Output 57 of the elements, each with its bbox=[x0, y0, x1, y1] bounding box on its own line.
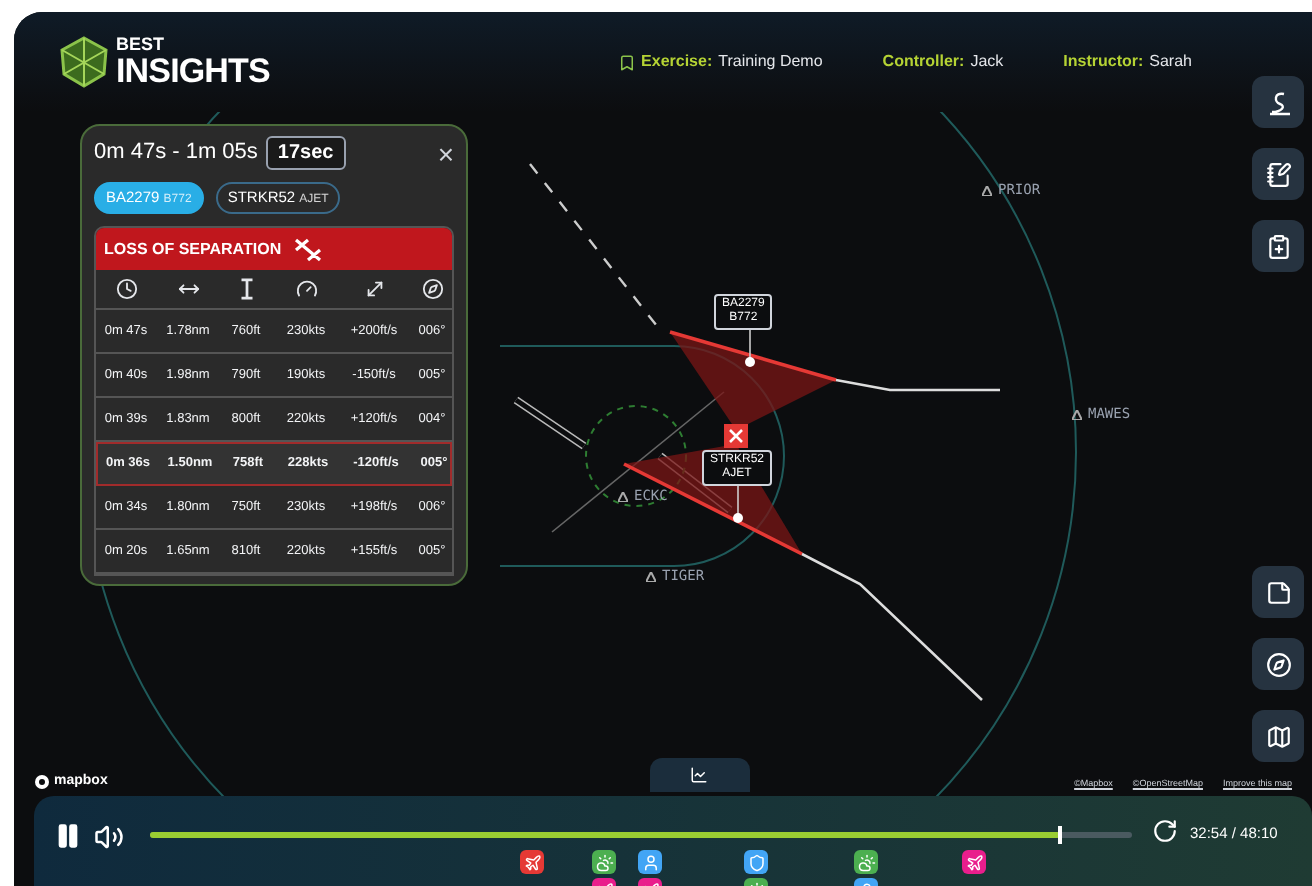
triangle-icon bbox=[982, 185, 992, 196]
pause-button[interactable] bbox=[54, 822, 82, 850]
alert-title: LOSS OF SEPARATION bbox=[104, 237, 282, 261]
pause-icon bbox=[54, 822, 82, 850]
timeline-thumb[interactable] bbox=[1058, 826, 1063, 844]
toolbar-button[interactable] bbox=[1252, 638, 1304, 690]
triangle-icon bbox=[646, 571, 656, 582]
event-marker[interactable] bbox=[962, 850, 986, 874]
weather-icon bbox=[857, 853, 875, 871]
weather-icon bbox=[595, 853, 613, 871]
triangle-icon bbox=[1072, 409, 1082, 420]
shield-icon bbox=[747, 853, 765, 871]
clock-icon bbox=[115, 278, 137, 300]
replay-icon[interactable] bbox=[1152, 818, 1178, 844]
header-label: Controller: bbox=[882, 50, 965, 74]
plane-icon bbox=[965, 853, 983, 871]
event-marker[interactable] bbox=[744, 850, 768, 874]
logo-icon bbox=[58, 36, 110, 88]
time-range: 0m 47s - 1m 05s bbox=[94, 138, 258, 169]
toolbar-button[interactable] bbox=[1252, 566, 1304, 618]
logo-text: INSIGHTS bbox=[116, 54, 270, 88]
gauge-icon bbox=[295, 278, 317, 300]
planes-icon bbox=[293, 235, 322, 263]
distance-icon bbox=[177, 278, 199, 300]
header-value: Training Demo bbox=[718, 50, 823, 74]
toolbar-button[interactable] bbox=[1252, 76, 1304, 128]
logo-text: BEST bbox=[116, 36, 167, 54]
clipboard-plus-icon bbox=[1265, 233, 1291, 259]
note-edit-icon bbox=[1265, 161, 1291, 187]
close-button[interactable]: × bbox=[437, 139, 454, 167]
diagonal-arrows-icon bbox=[363, 278, 385, 300]
compass-icon bbox=[421, 278, 443, 300]
chart-tab[interactable] bbox=[649, 758, 750, 792]
sticky-note-icon bbox=[1265, 579, 1291, 605]
map-icon bbox=[1265, 723, 1291, 749]
volume-button[interactable] bbox=[92, 822, 124, 850]
toolbar-button[interactable] bbox=[1252, 220, 1304, 272]
plane-icon bbox=[523, 853, 541, 871]
event-marker[interactable] bbox=[520, 850, 544, 874]
line-chart-icon bbox=[690, 766, 709, 784]
toolbar-button[interactable] bbox=[1252, 710, 1304, 762]
header-value: Sarah bbox=[1149, 50, 1192, 74]
triangle-icon bbox=[618, 491, 628, 502]
event-marker[interactable] bbox=[638, 850, 662, 874]
compass-icon bbox=[1265, 651, 1291, 677]
volume-icon bbox=[93, 821, 123, 851]
event-marker[interactable] bbox=[592, 850, 616, 874]
bookmark-icon bbox=[617, 53, 636, 71]
header-value: Jack bbox=[970, 50, 1004, 74]
header-label: Instructor: bbox=[1063, 50, 1144, 74]
person-icon bbox=[641, 853, 659, 871]
mapbox-logo-icon bbox=[34, 773, 50, 790]
toolbar-button[interactable] bbox=[1252, 148, 1304, 200]
header-label: Exercise: bbox=[641, 50, 713, 74]
event-marker[interactable] bbox=[854, 850, 878, 874]
signature-icon bbox=[1265, 89, 1291, 115]
duration-badge: 17sec bbox=[265, 136, 346, 170]
